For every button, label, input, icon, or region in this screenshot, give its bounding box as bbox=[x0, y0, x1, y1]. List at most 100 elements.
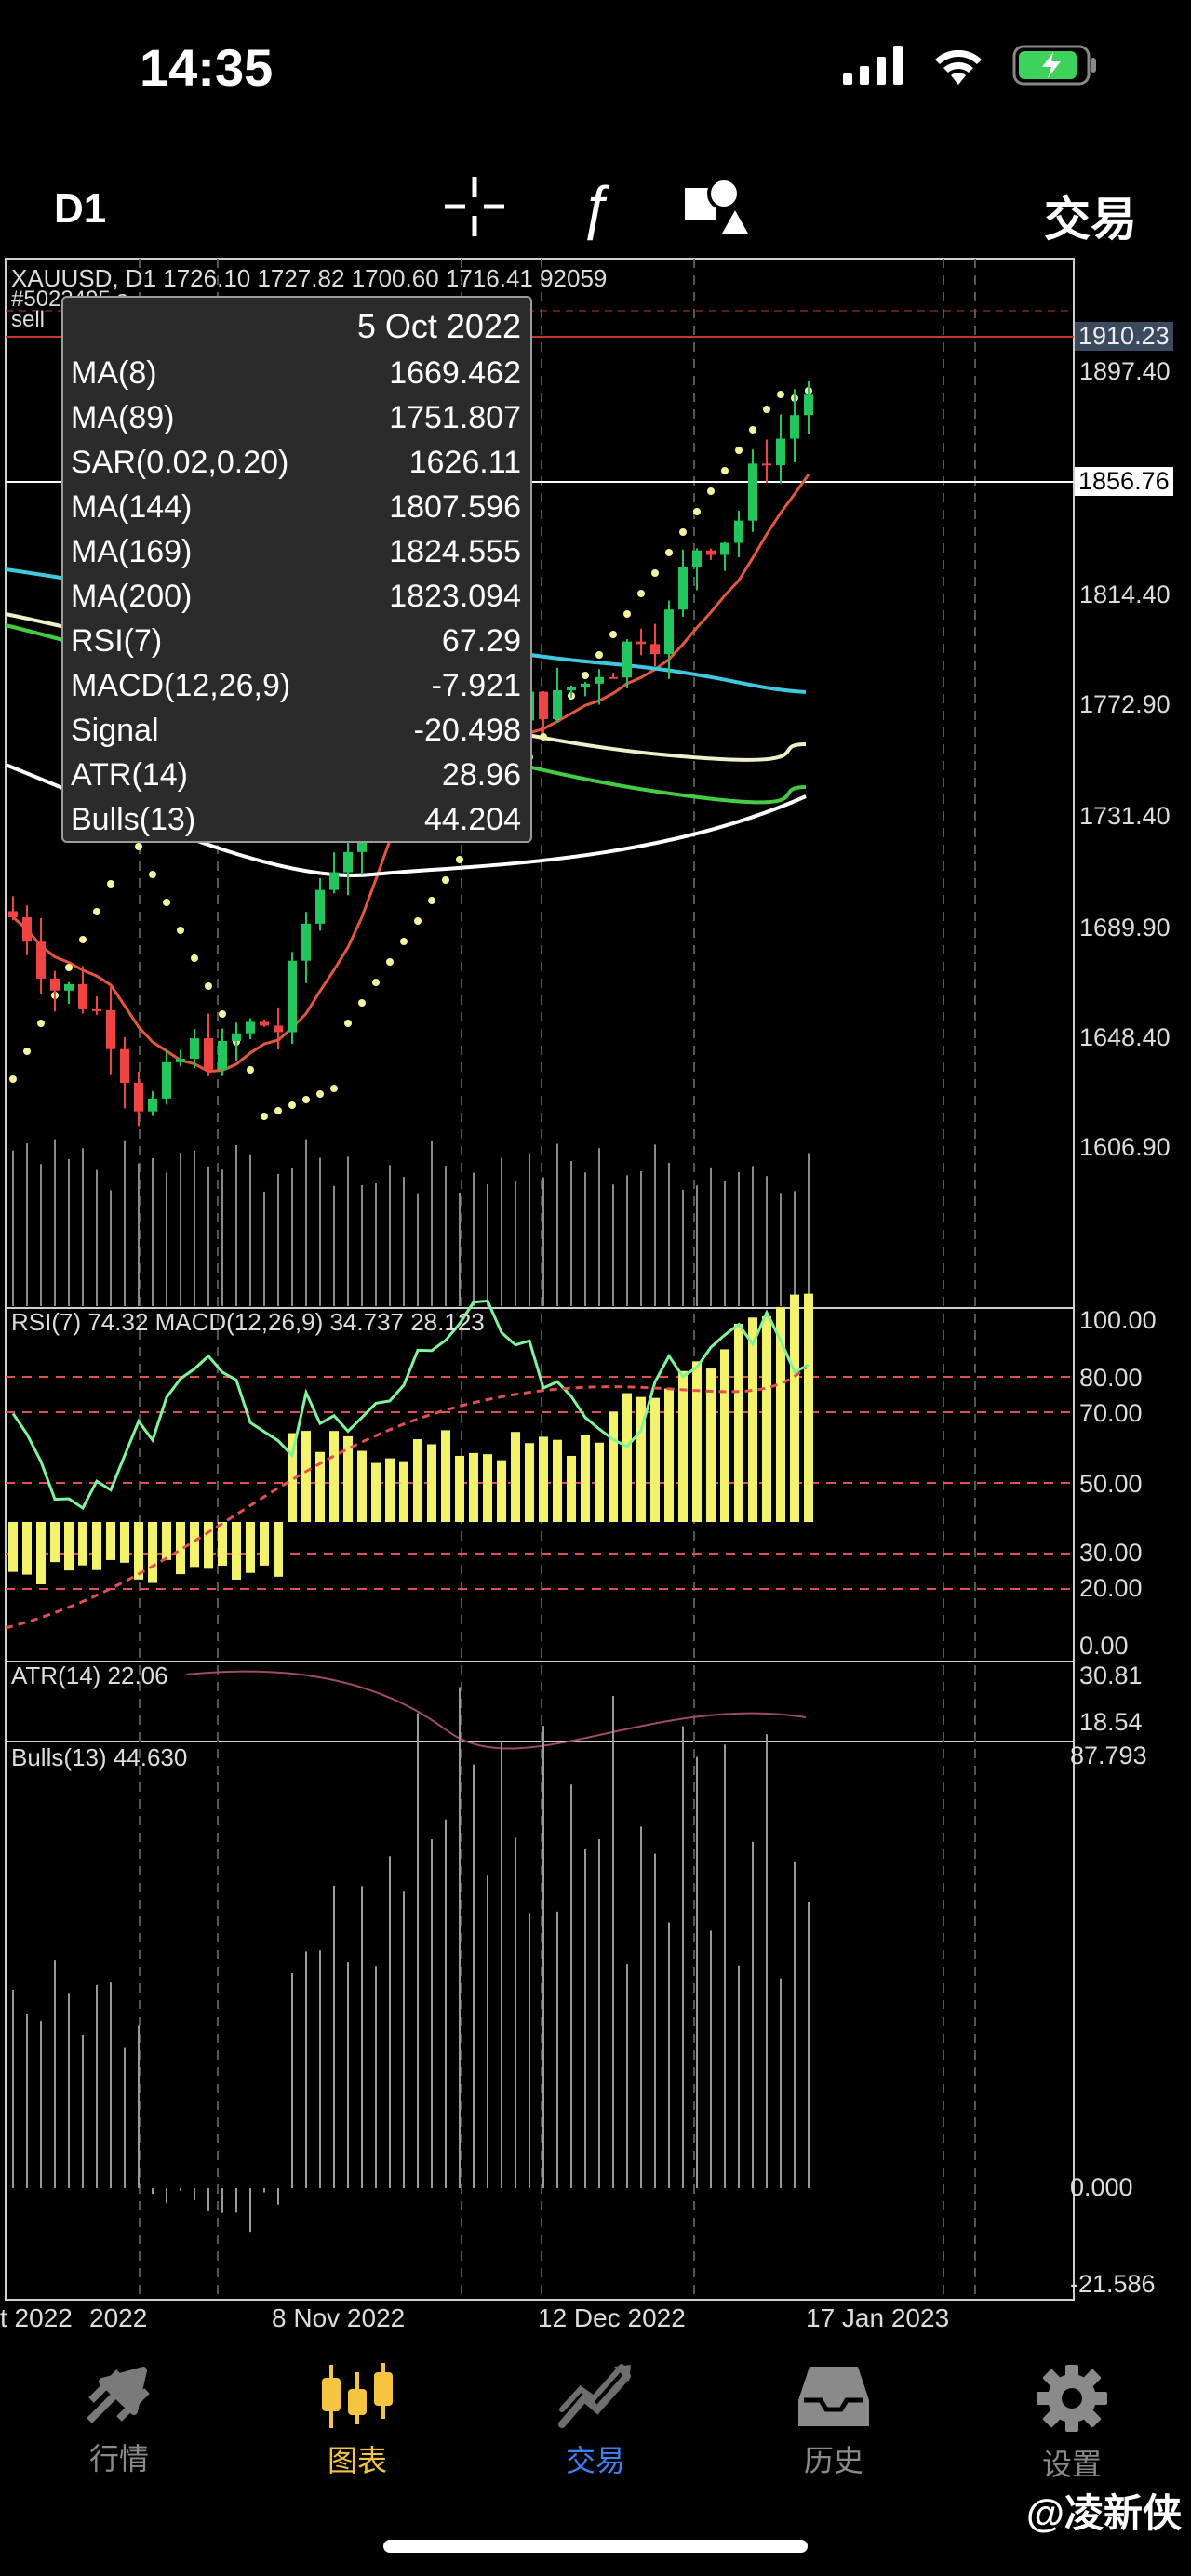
sar-dot bbox=[456, 856, 463, 863]
sar-dot bbox=[777, 391, 784, 398]
atr-title: ATR(14) 22.06 bbox=[11, 1662, 168, 1689]
candle-body bbox=[78, 983, 87, 1009]
nav-trade[interactable]: 交易 bbox=[521, 2363, 670, 2480]
macd-bar bbox=[427, 1444, 436, 1522]
sar-dot bbox=[609, 631, 617, 638]
sar-dot bbox=[721, 467, 729, 474]
sar-dot bbox=[163, 899, 170, 906]
quotes-icon bbox=[87, 2367, 150, 2423]
nav-trade-label: 交易 bbox=[565, 2444, 625, 2477]
tooltip-row: Signal -20.498 bbox=[71, 713, 521, 757]
nav-history[interactable]: 历史 bbox=[759, 2363, 908, 2480]
macd-bar bbox=[664, 1388, 674, 1522]
candle-body bbox=[8, 911, 18, 917]
sar-dot bbox=[428, 897, 435, 904]
tooltip-value: -7.921 bbox=[431, 668, 521, 703]
macd-bar bbox=[50, 1522, 60, 1563]
rsi-level-label: 80.00 bbox=[1079, 1364, 1143, 1392]
macd-bar bbox=[609, 1411, 618, 1522]
nav-chart[interactable]: 图表 bbox=[283, 2363, 432, 2480]
tooltip-row: MACD(12,26,9) -7.921 bbox=[71, 668, 521, 713]
macd-bar bbox=[92, 1522, 101, 1570]
sar-dot bbox=[205, 982, 212, 990]
tooltip-row: MA(200) 1823.094 bbox=[71, 579, 521, 623]
bulls-level-label: 0.000 bbox=[1070, 2173, 1133, 2201]
macd-bar bbox=[371, 1462, 381, 1522]
tooltip-row: ATR(14) 28.96 bbox=[71, 757, 521, 802]
macd-bar bbox=[148, 1522, 157, 1583]
candle-body bbox=[567, 687, 576, 691]
tooltip-key: MA(169) bbox=[71, 534, 193, 569]
bulls-title: Bulls(13) 44.630 bbox=[11, 1743, 188, 1771]
tooltip-key: MA(8) bbox=[71, 355, 157, 391]
macd-bar bbox=[190, 1522, 199, 1568]
nav-quotes[interactable]: 行情 bbox=[45, 2363, 194, 2478]
atr-level-label: 18.54 bbox=[1079, 1708, 1143, 1736]
sar-dot bbox=[302, 1096, 310, 1103]
sar-dot bbox=[191, 954, 198, 962]
macd-bar bbox=[246, 1522, 255, 1573]
macd-bar bbox=[162, 1522, 171, 1560]
macd-bar bbox=[804, 1293, 813, 1522]
macd-bar bbox=[720, 1349, 729, 1522]
candle-body bbox=[301, 923, 311, 961]
macd-bar bbox=[678, 1370, 688, 1522]
history-icon bbox=[798, 2367, 869, 2426]
sar-dot bbox=[247, 1066, 254, 1074]
sar-dot bbox=[219, 1010, 226, 1018]
price-axis-label: 1772.90 bbox=[1079, 690, 1171, 718]
candle-body bbox=[790, 415, 799, 439]
nav-history-label: 历史 bbox=[803, 2444, 863, 2477]
tooltip-value: -20.498 bbox=[413, 713, 521, 748]
candle-body bbox=[762, 463, 771, 466]
data-window-tooltip: 5 Oct 2022 MA(8) 1669.462 MA(89) 1751.807 SA… bbox=[61, 296, 532, 843]
sar-dot bbox=[596, 651, 603, 659]
sar-dot bbox=[372, 979, 380, 986]
sar-dot bbox=[414, 917, 422, 925]
macd-bar bbox=[497, 1460, 506, 1522]
sar-dot bbox=[358, 999, 366, 1007]
sar-dot bbox=[386, 958, 394, 966]
trade-icon bbox=[558, 2364, 631, 2428]
candle-body bbox=[106, 1009, 115, 1049]
sar-dot bbox=[177, 927, 184, 934]
sar-dot bbox=[540, 733, 547, 741]
bottom-navigation: 行情 图表 交易 历史 设置 bbox=[0, 2326, 1191, 2512]
candle-body bbox=[92, 1008, 101, 1011]
macd-bar bbox=[329, 1431, 339, 1522]
tooltip-key: SAR(0.02,0.20) bbox=[71, 445, 289, 480]
macd-bar bbox=[260, 1522, 269, 1566]
candle-body bbox=[162, 1061, 171, 1099]
candle-body bbox=[804, 394, 813, 416]
tooltip-value: 1824.555 bbox=[389, 534, 521, 569]
tooltip-key: MA(144) bbox=[71, 489, 193, 525]
nav-settings[interactable]: 设置 bbox=[997, 2363, 1146, 2484]
candle-body bbox=[706, 550, 716, 555]
sar-dot bbox=[107, 880, 114, 888]
sar-dot bbox=[37, 1020, 45, 1027]
tooltip-value: 1807.596 bbox=[389, 489, 521, 525]
rsi-level-label: 50.00 bbox=[1079, 1470, 1143, 1498]
candle-body bbox=[553, 690, 562, 719]
sar-dot bbox=[79, 936, 87, 943]
tooltip-key: MA(200) bbox=[71, 579, 193, 614]
candle-body bbox=[36, 941, 46, 979]
candle-body bbox=[650, 644, 660, 655]
tooltip-key: RSI(7) bbox=[71, 623, 163, 659]
macd-bar bbox=[64, 1522, 74, 1571]
candle-body bbox=[274, 1025, 283, 1033]
tooltip-row: RSI(7) 67.29 bbox=[71, 623, 521, 668]
tooltip-key: Bulls(13) bbox=[71, 802, 196, 837]
sar-dot bbox=[9, 1075, 17, 1083]
candle-body bbox=[595, 676, 604, 684]
candle-body bbox=[622, 641, 632, 678]
macd-bar bbox=[650, 1397, 660, 1522]
atr-level-label: 30.81 bbox=[1079, 1662, 1143, 1689]
rsi-level-label: 30.00 bbox=[1079, 1539, 1143, 1567]
tooltip-value: 28.96 bbox=[441, 757, 521, 793]
macd-bar bbox=[553, 1439, 562, 1522]
rsi-level-label: 70.00 bbox=[1079, 1399, 1143, 1427]
candle-body bbox=[50, 978, 60, 991]
tooltip-row: MA(89) 1751.807 bbox=[71, 400, 521, 445]
candle-body bbox=[609, 676, 618, 679]
